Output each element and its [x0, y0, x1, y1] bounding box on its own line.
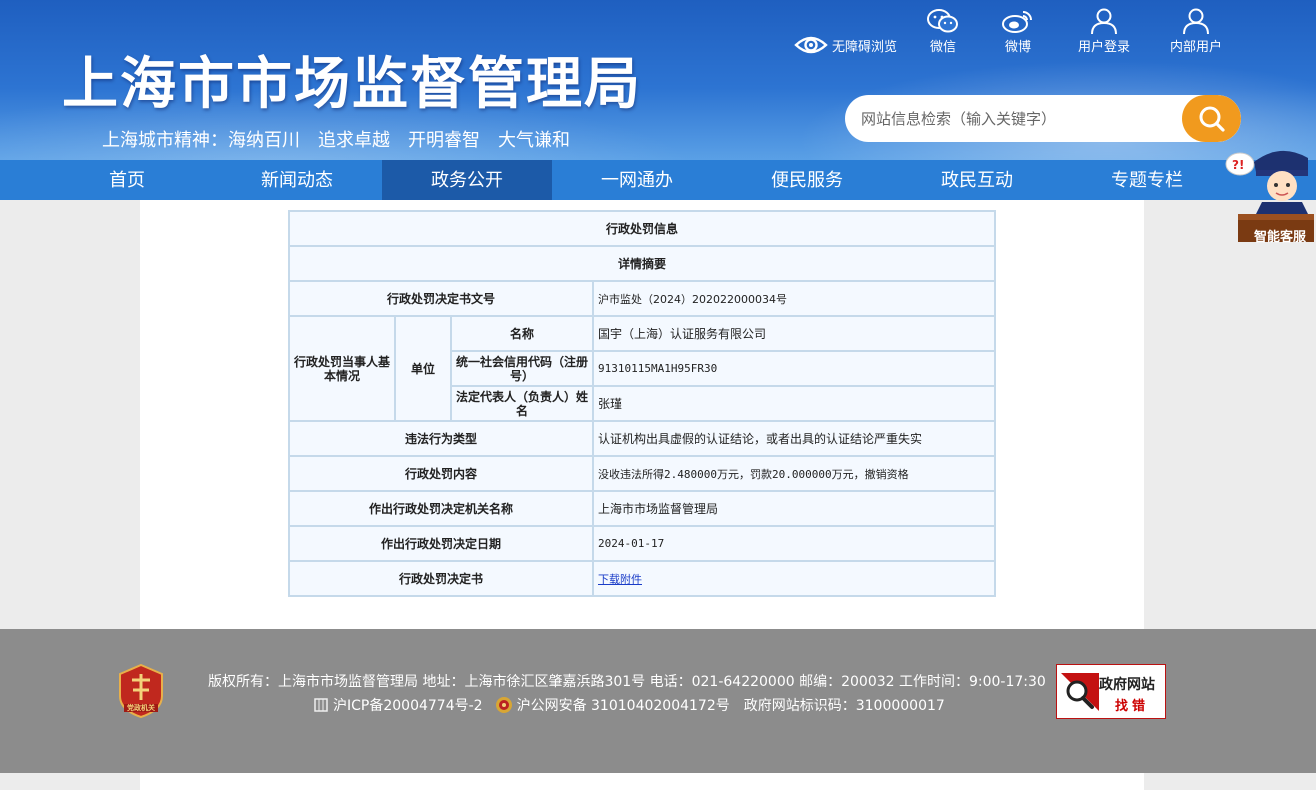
wechat-icon: [927, 9, 958, 33]
internal-user-label: 内部用户: [1169, 40, 1222, 55]
user-login-label: 用户登录: [1077, 40, 1130, 55]
violation-type-value: 认证机构出具虚假的认证结论，或者出具的认证结论严重失实: [592, 420, 996, 457]
accessibility-label: 无障碍浏览: [832, 39, 898, 55]
search-icon: [1199, 106, 1225, 132]
table-row: 行政处罚信息: [288, 210, 996, 247]
footer-registration: 沪ICP备20004774号-2 沪公网安备 31010402004172号 政…: [313, 695, 949, 715]
accessibility-link[interactable]: 无障碍浏览: [794, 30, 897, 60]
site-footer: 党政机关 版权所有：上海市市场监督管理局 地址：上海市徐汇区肇嘉浜路301号 电…: [0, 629, 1316, 773]
nav-item-home[interactable]: 首页: [42, 160, 212, 200]
site-header: 上海市市场监督管理局 上海城市精神：海纳百川 追求卓越 开明睿智 大气谦和 无障…: [0, 0, 1316, 160]
svg-text:?!: ?!: [1232, 158, 1244, 172]
table-row: 违法行为类型 认证机构出具虚假的认证结论，或者出具的认证结论严重失实: [288, 420, 996, 457]
icp-icon: [314, 698, 328, 712]
violation-type-label: 违法行为类型: [288, 420, 594, 457]
police-badge-icon: [495, 697, 512, 713]
error-report-subtitle: 找错: [1115, 699, 1150, 714]
user-icon: [1091, 8, 1117, 34]
search-input[interactable]: [845, 95, 1191, 142]
decision-date-value: 2024-01-17: [592, 525, 996, 562]
table-row: 行政处罚决定书文号 沪市监处（2024）202022000034号: [288, 280, 996, 317]
table-row: 行政处罚当事人基本情况 单位 名称 国宇（上海）认证服务有限公司: [288, 315, 996, 422]
weibo-link[interactable]: 微博: [988, 8, 1048, 55]
emblem-text: 党政机关: [127, 704, 155, 712]
credit-code-value: 91310115MA1H95FR30: [592, 350, 996, 387]
table-row: 作出行政处罚决定日期 2024-01-17: [288, 525, 996, 562]
legal-rep-value: 张瑾: [592, 385, 996, 422]
decision-date-label: 作出行政处罚决定日期: [288, 525, 594, 562]
credit-code-label: 统一社会信用代码（注册号）: [450, 350, 594, 387]
authority-value: 上海市市场监督管理局: [592, 490, 996, 527]
unit-label: 单位: [394, 315, 452, 422]
table-title: 行政处罚信息: [288, 210, 996, 247]
icp-link[interactable]: 沪ICP备20004774号-2: [333, 695, 483, 715]
authority-label: 作出行政处罚决定机关名称: [288, 490, 594, 527]
name-label: 名称: [450, 315, 594, 352]
user-icon: [1183, 8, 1209, 34]
eye-icon: [794, 36, 828, 54]
smart-service-label: 智能客服: [1253, 230, 1306, 245]
penalty-content-label: 行政处罚内容: [288, 455, 594, 492]
table-row: 行政处罚内容 没收违法所得2.480000万元，罚款20.000000万元，撤销…: [288, 455, 996, 492]
nav-item-public-service[interactable]: 便民服务: [722, 160, 892, 200]
error-report-title: 政府网站: [1099, 677, 1155, 693]
main-nav: 首页 新闻动态 政务公开 一网通办 便民服务 政民互动 专题专栏: [0, 160, 1316, 200]
nav-item-one-stop-service[interactable]: 一网通办: [552, 160, 722, 200]
wechat-link[interactable]: 微信: [913, 8, 973, 55]
decision-doc-label: 行政处罚决定书: [288, 560, 594, 597]
search-box: [845, 95, 1241, 142]
nav-item-interaction[interactable]: 政民互动: [892, 160, 1062, 200]
party-gov-emblem[interactable]: 党政机关: [118, 663, 164, 722]
download-attachment-link[interactable]: 下载附件: [598, 573, 642, 586]
city-slogan: 上海城市精神：海纳百川 追求卓越 开明睿智 大气谦和: [102, 130, 570, 151]
nav-item-government-affairs[interactable]: 政务公开: [382, 160, 552, 200]
magnifier-icon: [1061, 673, 1099, 711]
decision-doc-cell: 下载附件: [592, 560, 996, 597]
table-row: 作出行政处罚决定机关名称 上海市市场监督管理局: [288, 490, 996, 527]
legal-rep-label: 法定代表人（负责人）姓名: [450, 385, 594, 422]
penalty-content-value: 没收违法所得2.480000万元，罚款20.000000万元，撤销资格: [592, 455, 996, 492]
footer-copyright: 版权所有：上海市市场监督管理局 地址：上海市徐汇区肇嘉浜路301号 电话：021…: [208, 674, 1046, 690]
table-row: 详情摘要: [288, 245, 996, 282]
weibo-icon: [1002, 11, 1032, 33]
gov-site-id: 政府网站标识码：3100000017: [743, 698, 945, 714]
weibo-label: 微博: [1004, 40, 1031, 55]
name-value: 国宇（上海）认证服务有限公司: [592, 315, 996, 352]
nav-item-special-topics[interactable]: 专题专栏: [1062, 160, 1232, 200]
search-button[interactable]: [1182, 95, 1241, 142]
table-row: 行政处罚决定书 下载附件: [288, 560, 996, 597]
nav-item-news[interactable]: 新闻动态: [212, 160, 382, 200]
smart-service-robot[interactable]: ?! 智能客服: [1224, 142, 1316, 250]
doc-no-label: 行政处罚决定书文号: [288, 280, 594, 317]
party-label: 行政处罚当事人基本情况: [288, 315, 396, 422]
gov-site-error-report[interactable]: 政府网站 找错: [1056, 664, 1166, 719]
internal-user-link[interactable]: 内部用户: [1166, 8, 1226, 55]
table-subtitle: 详情摘要: [288, 245, 996, 282]
content-panel: 行政处罚信息 详情摘要 行政处罚决定书文号 沪市监处（2024）20202200…: [140, 200, 1144, 629]
police-record-link[interactable]: 沪公网安备 31010402004172号: [517, 695, 730, 715]
doc-no-value: 沪市监处（2024）202022000034号: [592, 280, 996, 317]
site-title[interactable]: 上海市市场监督管理局: [62, 52, 642, 118]
page-bottom-strip: [140, 773, 1144, 790]
penalty-info-table: 行政处罚信息 详情摘要 行政处罚决定书文号 沪市监处（2024）20202200…: [288, 210, 996, 597]
user-login-link[interactable]: 用户登录: [1074, 8, 1134, 55]
wechat-label: 微信: [929, 40, 956, 55]
